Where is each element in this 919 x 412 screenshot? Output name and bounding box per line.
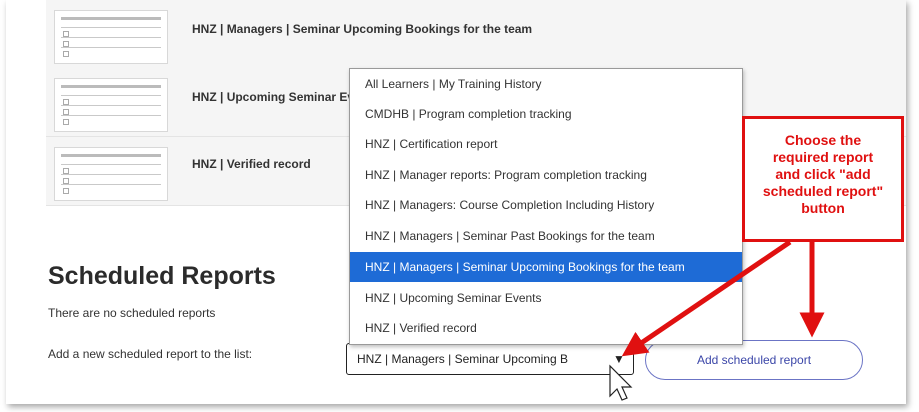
report-thumbnail-icon — [54, 147, 168, 201]
report-thumbnail-icon — [54, 10, 168, 64]
dropdown-option[interactable]: HNZ | Verified record — [350, 313, 742, 343]
dropdown-option[interactable]: HNZ | Certification report — [350, 129, 742, 159]
report-thumbnail-icon — [54, 78, 168, 132]
report-row[interactable]: HNZ | Managers | Seminar Upcoming Bookin… — [46, 0, 906, 69]
dropdown-option[interactable]: HNZ | Upcoming Seminar Events — [350, 283, 742, 313]
instruction-callout: Choose the required report and click "ad… — [742, 116, 904, 242]
dropdown-option[interactable]: HNZ | Managers: Course Completion Includ… — [350, 190, 742, 220]
empty-message: There are no scheduled reports — [48, 306, 216, 320]
callout-line: Choose the — [784, 132, 862, 148]
select-value: HNZ | Managers | Seminar Upcoming B — [357, 352, 568, 366]
dropdown-option[interactable]: HNZ | Manager reports: Program completio… — [350, 160, 742, 190]
callout-line: required report — [772, 149, 874, 165]
chevron-down-icon[interactable]: ▼ — [609, 349, 629, 369]
callout-line: scheduled report" — [762, 183, 884, 199]
report-title[interactable]: HNZ | Verified record — [192, 157, 311, 171]
dropdown-option[interactable]: HNZ | Managers | Seminar Past Bookings f… — [350, 221, 742, 251]
dropdown-option[interactable]: All Learners | My Training History — [350, 69, 742, 99]
section-heading: Scheduled Reports — [48, 262, 276, 290]
add-scheduled-report-button[interactable]: Add scheduled report — [645, 340, 863, 380]
callout-line: and click "add — [775, 166, 871, 182]
dropdown-option[interactable]: CMDHB | Program completion tracking — [350, 99, 742, 129]
add-report-label: Add a new scheduled report to the list: — [48, 347, 253, 361]
report-select[interactable]: HNZ | Managers | Seminar Upcoming B ▼ — [346, 343, 634, 375]
report-title[interactable]: HNZ | Managers | Seminar Upcoming Bookin… — [192, 22, 532, 36]
report-dropdown-list: All Learners | My Training History CMDHB… — [349, 68, 743, 345]
dropdown-option-selected[interactable]: HNZ | Managers | Seminar Upcoming Bookin… — [350, 252, 742, 282]
callout-line: button — [801, 200, 845, 216]
